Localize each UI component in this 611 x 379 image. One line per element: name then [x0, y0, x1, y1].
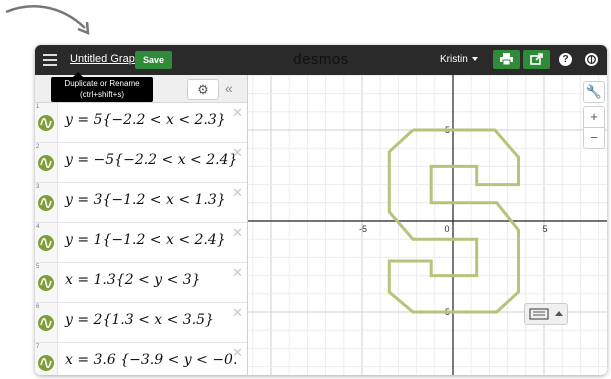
chevron-down-icon	[471, 57, 478, 62]
user-name: Kristin	[440, 54, 468, 65]
plus-icon[interactable]: +	[583, 106, 605, 128]
expression-input[interactable]: y = 5{−2.2 < x < 2.3}	[65, 112, 226, 128]
graph-toggle-icon[interactable]	[38, 315, 54, 331]
expression-number: 3	[36, 184, 40, 190]
expression-row[interactable]: 7 x = 3.6 {−3.9 < y < −0. ✕	[35, 343, 247, 375]
graph-toggle-icon[interactable]	[38, 155, 54, 171]
save-button[interactable]: Save	[135, 51, 172, 69]
keyboard-toggle-button[interactable]	[524, 303, 568, 325]
graph-toggle-icon[interactable]	[38, 235, 54, 251]
hamburger-icon[interactable]	[43, 52, 57, 66]
delete-icon[interactable]: ✕	[232, 105, 243, 121]
graph-canvas[interactable]: -505105-5	[248, 75, 607, 375]
gear-icon: ⚙	[197, 82, 209, 97]
graph-toggle-icon[interactable]	[38, 275, 54, 291]
annotation-arrow-icon	[5, 5, 90, 35]
expression-number: 5	[36, 264, 40, 270]
expression-input[interactable]: y = 1{−1.2 < x < 2.4}	[65, 232, 226, 248]
double-chevron-left-icon[interactable]: «	[225, 80, 233, 96]
expression-input[interactable]: y = 3{−1.2 < x < 1.3}	[65, 192, 226, 208]
x-tick-label: 5	[542, 224, 547, 234]
expression-number: 4	[36, 224, 40, 230]
expression-row[interactable]: 1 y = 5{−2.2 < x < 2.3} ✕	[35, 103, 247, 143]
x-tick-label: 0	[444, 224, 449, 234]
settings-button[interactable]: ⚙	[187, 79, 219, 100]
expression-input[interactable]: y = 2{1.3 < x < 3.5}	[65, 312, 214, 328]
graph-toggle-icon[interactable]	[38, 355, 54, 371]
rename-tooltip: Duplicate or Rename (ctrl+shift+s)	[51, 72, 153, 102]
expression-input[interactable]: y = −5{−2.2 < x < 2.4}	[65, 152, 237, 168]
help-icon[interactable]: ?	[559, 53, 572, 66]
tooltip-line-1: Duplicate or Rename	[64, 79, 140, 88]
expression-list: 1 y = 5{−2.2 < x < 2.3} ✕ 2 y = −5{−2.2 < x …	[35, 103, 247, 375]
expression-row[interactable]: 4 y = 1{−1.2 < x < 2.4} ✕	[35, 223, 247, 263]
delete-icon[interactable]: ✕	[232, 305, 243, 321]
print-icon	[500, 53, 513, 65]
share-icon	[530, 53, 543, 65]
top-bar: Untitled Graph Save desmos Kristin ?	[35, 45, 607, 75]
expression-number: 1	[36, 104, 40, 110]
delete-icon[interactable]: ✕	[232, 345, 243, 361]
x-tick-label: -5	[359, 224, 367, 234]
graph-toggle-icon[interactable]	[38, 115, 54, 131]
delete-icon[interactable]: ✕	[232, 225, 243, 241]
expression-number: 6	[36, 304, 40, 310]
share-button[interactable]	[523, 50, 550, 69]
expression-row[interactable]: 6 y = 2{1.3 < x < 3.5} ✕	[35, 303, 247, 343]
globe-icon[interactable]	[585, 53, 598, 66]
minus-icon[interactable]: −	[583, 127, 605, 149]
user-menu[interactable]: Kristin	[440, 54, 478, 65]
delete-icon[interactable]: ✕	[232, 145, 243, 161]
expression-input[interactable]: x = 1.3{2 < y < 3}	[65, 272, 201, 288]
graph-paper[interactable]: -505105-5 🔧 + −	[248, 75, 607, 375]
expression-input[interactable]: x = 3.6 {−3.9 < y < −0.	[65, 352, 237, 368]
keyboard-icon	[529, 308, 563, 320]
delete-icon[interactable]: ✕	[232, 265, 243, 281]
print-button[interactable]	[493, 50, 520, 69]
expression-row[interactable]: 2 y = −5{−2.2 < x < 2.4} ✕	[35, 143, 247, 183]
graph-title-link[interactable]: Untitled Graph	[70, 53, 141, 65]
wrench-icon[interactable]: 🔧	[583, 81, 605, 103]
tooltip-line-2: (ctrl+shift+s)	[79, 90, 124, 99]
expression-row[interactable]: 5 x = 1.3{2 < y < 3} ✕	[35, 263, 247, 303]
graph-toggle-icon[interactable]	[38, 195, 54, 211]
expression-row[interactable]: 3 y = 3{−1.2 < x < 1.3} ✕	[35, 183, 247, 223]
expression-number: 2	[36, 144, 40, 150]
expression-number: 7	[36, 344, 40, 350]
delete-icon[interactable]: ✕	[232, 185, 243, 201]
expression-panel: ⚙ « 1 y = 5{−2.2 < x < 2.3} ✕ 2 y = −5{−2.2 …	[35, 75, 248, 375]
